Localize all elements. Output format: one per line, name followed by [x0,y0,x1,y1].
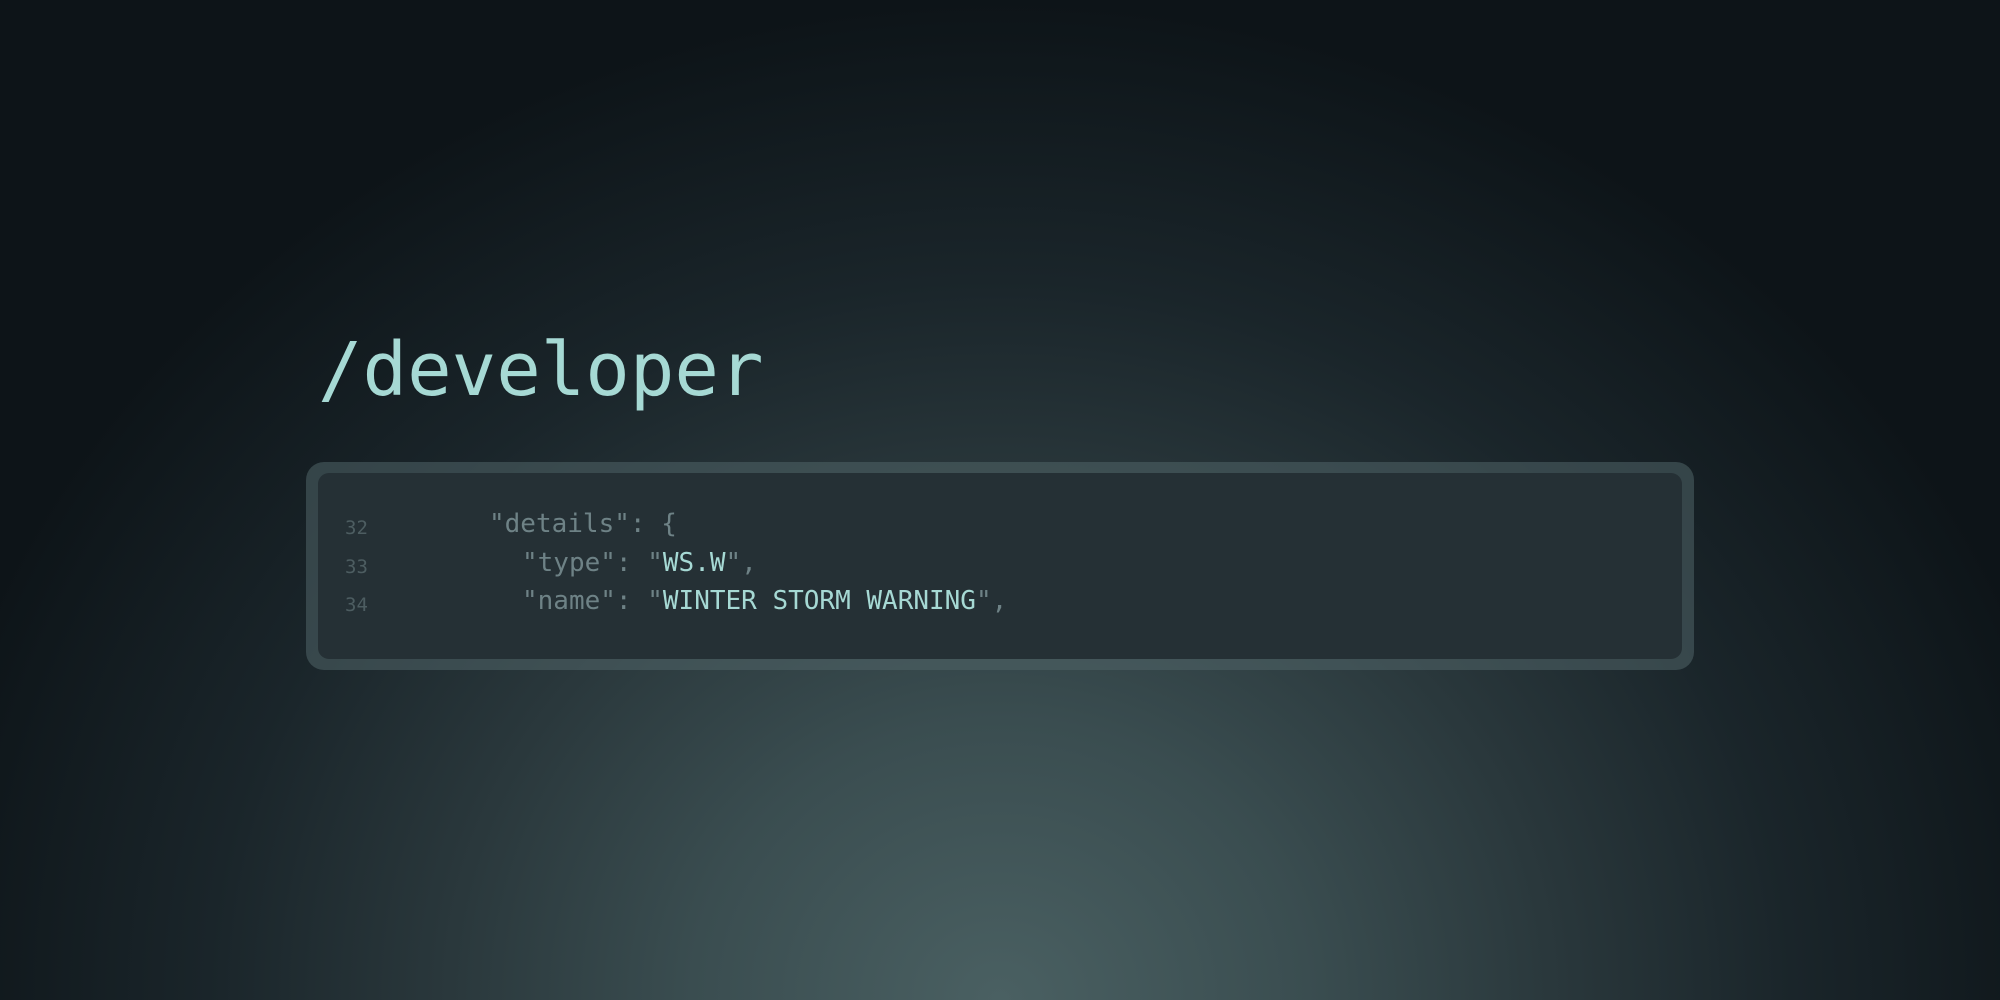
line-number: 32 [345,517,368,539]
code-line: 33 "type": "WS.W", [318,544,1682,583]
json-suffix: ", [725,547,757,578]
code-line: 32 "details": { [318,505,1682,544]
code-line: 34 "name": "WINTER STORM WARNING", [318,582,1682,621]
json-key: "type" [522,547,616,578]
line-number: 33 [345,555,368,578]
line-number: 34 [345,594,368,616]
json-key: "details" [489,509,630,539]
json-key: "name" [522,586,616,616]
json-suffix: ", [975,586,1008,616]
json-brace: { [661,509,677,539]
code-text: "type": "WS.W", [522,544,757,583]
json-value: WS.W [662,547,726,578]
json-separator: : " [615,547,663,578]
code-text: "name": "WINTER STORM WARNING", [522,582,1007,621]
json-value: WINTER STORM WARNING [662,586,976,616]
json-separator: : [629,509,662,539]
code-text: "details": { [489,505,677,544]
json-separator: : " [615,586,663,616]
page-title: /developer [318,327,764,413]
code-block: 32 "details": { 33 "type": "WS.W", 34 "n… [318,473,1682,659]
code-block-frame: 32 "details": { 33 "type": "WS.W", 34 "n… [306,462,1694,670]
